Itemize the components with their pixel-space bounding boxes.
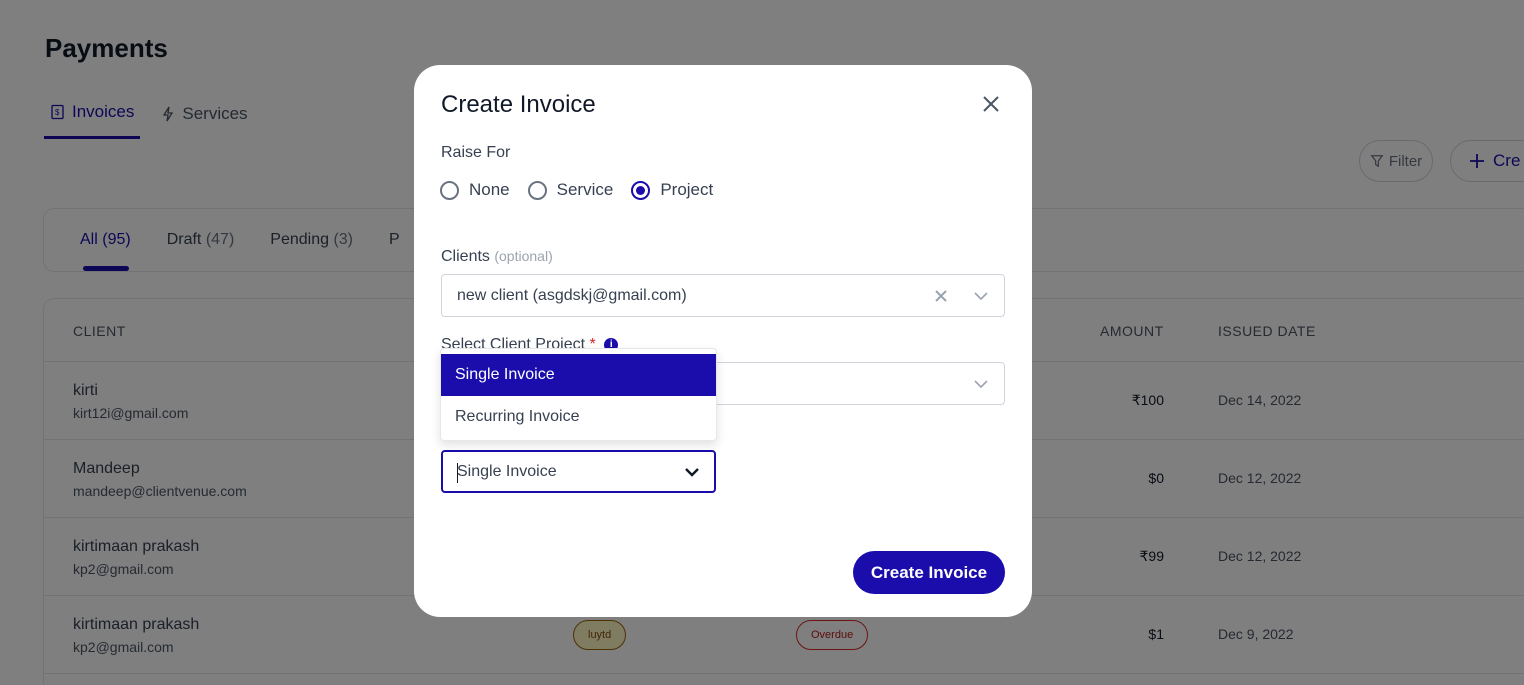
dropdown-option-single-invoice[interactable]: Single Invoice [441,354,716,396]
clients-select[interactable]: new client (asgdskj@gmail.com) [441,274,1005,317]
raise-for-label: Raise For [441,144,511,161]
chevron-down-icon[interactable] [972,375,990,393]
radio-circle [527,180,547,200]
radio-label: Service [556,180,614,199]
radio-label: Project [660,180,714,199]
dropdown-option-recurring-invoice[interactable]: Recurring Invoice [441,396,716,438]
invoice-type-value: Single Invoice [457,463,557,480]
radio-circle [440,180,459,200]
create-invoice-modal: Create Invoice Raise For None Service Pr… [414,65,1032,617]
modal-title: Create Invoice [441,91,596,118]
radio-project[interactable]: Project [631,180,713,200]
invoice-type-dropdown: Single Invoice Recurring Invoice [440,348,717,441]
radio-circle [631,180,651,200]
chevron-down-icon[interactable] [972,287,990,305]
clients-label-text: Clients [441,248,490,265]
clients-label: Clients (optional) [441,248,553,266]
optional-hint: (optional) [494,248,553,264]
chevron-down-icon[interactable] [683,463,701,481]
radio-service[interactable]: Service [527,180,614,200]
close-icon[interactable] [980,93,1002,115]
raise-for-radio-group: None Service Project [440,180,713,200]
clear-icon[interactable] [932,287,950,305]
create-invoice-button[interactable]: Create Invoice [853,551,1005,594]
radio-none[interactable]: None [440,180,510,200]
clients-select-value: new client (asgdskj@gmail.com) [457,287,687,304]
radio-label: None [469,180,510,199]
invoice-type-select[interactable]: Single Invoice [441,450,716,493]
